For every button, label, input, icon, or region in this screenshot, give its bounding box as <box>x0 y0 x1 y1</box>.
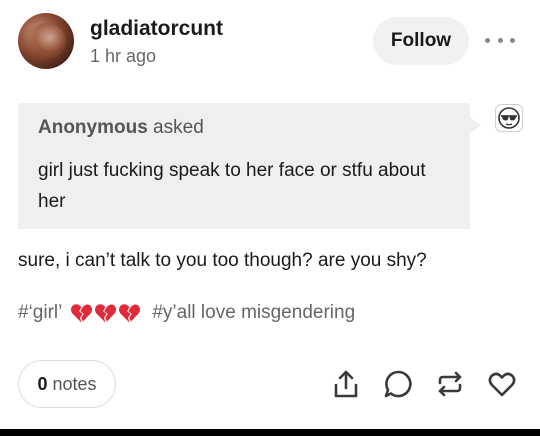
asker-line: Anonymous asked <box>38 117 450 139</box>
follow-button[interactable]: Follow <box>373 17 469 65</box>
share-icon[interactable] <box>330 368 362 400</box>
ask-box: Anonymous asked girl just fucking speak … <box>18 103 481 229</box>
tag-girl[interactable]: #‘girl’ <box>18 302 142 324</box>
broken-heart-icon <box>119 304 141 323</box>
ask-question: girl just fucking speak to her face or s… <box>38 160 426 212</box>
more-options-icon[interactable] <box>485 30 515 50</box>
like-icon[interactable] <box>486 368 518 400</box>
answer-text: sure, i can’t talk to you too though? ar… <box>18 250 427 271</box>
timestamp[interactable]: 1 hr ago <box>90 46 156 67</box>
anonymous-avatar-icon <box>495 104 523 132</box>
reply-icon[interactable] <box>382 368 414 400</box>
avatar[interactable] <box>18 13 74 69</box>
reblog-icon[interactable] <box>434 368 466 400</box>
broken-heart-icons <box>70 302 142 324</box>
tags: #‘girl’ #y’all love misgendering <box>18 302 355 324</box>
post: gladiatorcunt 1 hr ago Follow Anonymous … <box>0 0 540 436</box>
broken-heart-icon <box>95 304 117 323</box>
asked-label: asked <box>147 117 204 138</box>
broken-heart-icon <box>71 304 93 323</box>
post-actions <box>0 368 540 400</box>
bottom-bar <box>0 429 540 436</box>
blog-name[interactable]: gladiatorcunt <box>90 17 223 41</box>
tag-yall-love-misgendering[interactable]: #y’all love misgendering <box>152 302 355 324</box>
asker-name: Anonymous <box>38 117 148 138</box>
